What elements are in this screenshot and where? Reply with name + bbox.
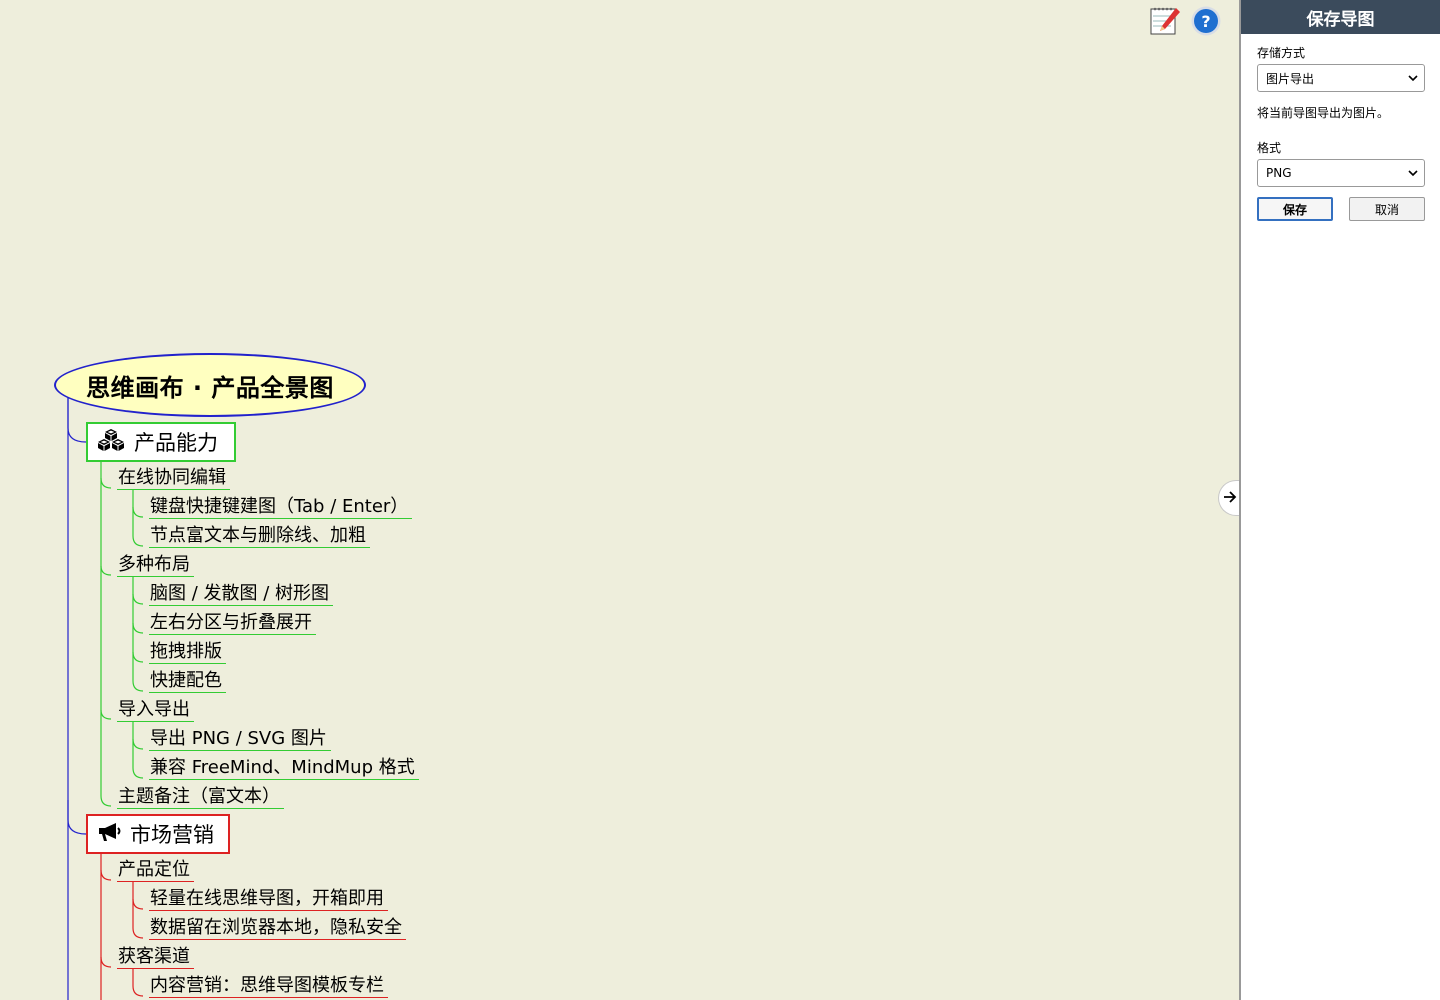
cubes-icon xyxy=(96,428,126,457)
branch-node-title: 产品能力 xyxy=(134,431,218,455)
chevron-down-icon xyxy=(1408,166,1418,180)
storage-select-value: 图片导出 xyxy=(1266,71,1315,86)
topic-node[interactable]: 导入导出 xyxy=(117,699,194,722)
format-select[interactable]: PNG xyxy=(1257,159,1425,187)
edit-notes-icon[interactable] xyxy=(1149,5,1181,37)
topic-node[interactable]: 快捷配色 xyxy=(149,670,226,693)
topic-node[interactable]: 获客渠道 xyxy=(117,946,194,969)
chevron-down-icon xyxy=(1408,71,1418,85)
branch-node-title: 市场营销 xyxy=(130,823,214,847)
topic-node[interactable]: 兼容 FreeMind、MindMup 格式 xyxy=(149,757,419,780)
topic-node[interactable]: 产品定位 xyxy=(117,859,194,882)
topic-node[interactable]: 拖拽排版 xyxy=(149,641,226,664)
root-node-title: 思维画布 · 产品全景图 xyxy=(86,373,334,402)
topic-node[interactable]: 内容营销：思维导图模板专栏 xyxy=(149,975,388,998)
branch-node-marketing[interactable]: 市场营销 xyxy=(86,814,230,854)
topic-node[interactable]: 导出 PNG / SVG 图片 xyxy=(149,728,331,751)
topic-node[interactable]: 轻量在线思维导图，开箱即用 xyxy=(149,888,388,911)
save-map-panel: 保存导图 存储方式 图片导出 将当前导图导出为图片。 格式 PNG 保存 取消 xyxy=(1239,0,1440,1000)
topic-node[interactable]: 键盘快捷键建图（Tab / Enter） xyxy=(149,496,413,519)
topic-node[interactable]: 左右分区与折叠展开 xyxy=(149,612,316,635)
panel-description: 将当前导图导出为图片。 xyxy=(1257,106,1390,120)
panel-title: 保存导图 xyxy=(1306,9,1375,30)
format-select-value: PNG xyxy=(1266,166,1292,180)
arrow-right-icon xyxy=(1223,489,1237,508)
topic-node[interactable]: 在线协同编辑 xyxy=(117,467,230,490)
topic-node[interactable]: 多种布局 xyxy=(117,554,194,577)
cancel-button[interactable]: 取消 xyxy=(1349,197,1425,221)
branch-node-product[interactable]: 产品能力 xyxy=(86,422,236,462)
topic-node[interactable]: 脑图 / 发散图 / 树形图 xyxy=(149,583,334,606)
topic-node[interactable]: 数据留在浏览器本地，隐私安全 xyxy=(149,917,406,940)
svg-text:?: ? xyxy=(1201,12,1210,31)
megaphone-icon xyxy=(96,821,122,848)
help-icon[interactable]: ? xyxy=(1190,5,1222,37)
storage-label: 存储方式 xyxy=(1257,46,1306,60)
format-label: 格式 xyxy=(1257,141,1282,155)
topic-node[interactable]: 主题备注（富文本） xyxy=(117,786,284,809)
mindmap-canvas[interactable]: 思维画布 · 产品全景图 产品能力 在线协同编辑 键盘快捷键建图（Tab / E… xyxy=(0,0,1240,1000)
save-button[interactable]: 保存 xyxy=(1257,197,1333,221)
topic-node[interactable]: 节点富文本与删除线、加粗 xyxy=(149,525,370,548)
storage-select[interactable]: 图片导出 xyxy=(1257,64,1425,92)
root-node[interactable]: 思维画布 · 产品全景图 xyxy=(54,353,366,417)
panel-header: 保存导图 xyxy=(1241,0,1440,34)
